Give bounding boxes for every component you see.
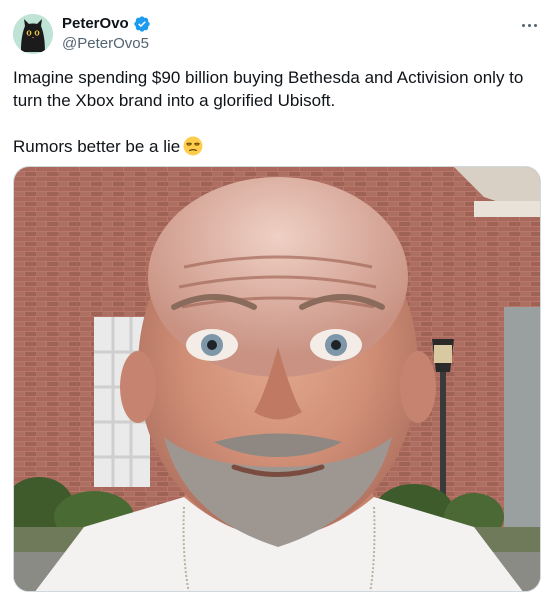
verified-badge-icon — [133, 15, 151, 33]
unamused-face-emoji-icon — [183, 136, 203, 156]
tweet-card: PeterOvo @PeterOvo5 Imagine spending $90… — [0, 0, 550, 600]
author-name-row: PeterOvo — [62, 14, 151, 34]
tweet-photo[interactable] — [13, 166, 541, 592]
tweet-paragraph-1: Imagine spending $90 billion buying Beth… — [13, 68, 524, 110]
more-options-icon[interactable] — [518, 14, 540, 36]
author-handle[interactable]: @PeterOvo5 — [62, 34, 149, 54]
display-name[interactable]: PeterOvo — [62, 14, 129, 34]
tweet-line-2-text: Rumors better be a lie — [13, 137, 181, 156]
avatar[interactable] — [13, 14, 53, 54]
man-face-photo — [14, 167, 540, 591]
tweet-paragraph-2: Rumors better be a lie — [13, 135, 533, 158]
tweet-text: Imagine spending $90 billion buying Beth… — [13, 66, 533, 158]
cat-icon — [13, 14, 53, 54]
